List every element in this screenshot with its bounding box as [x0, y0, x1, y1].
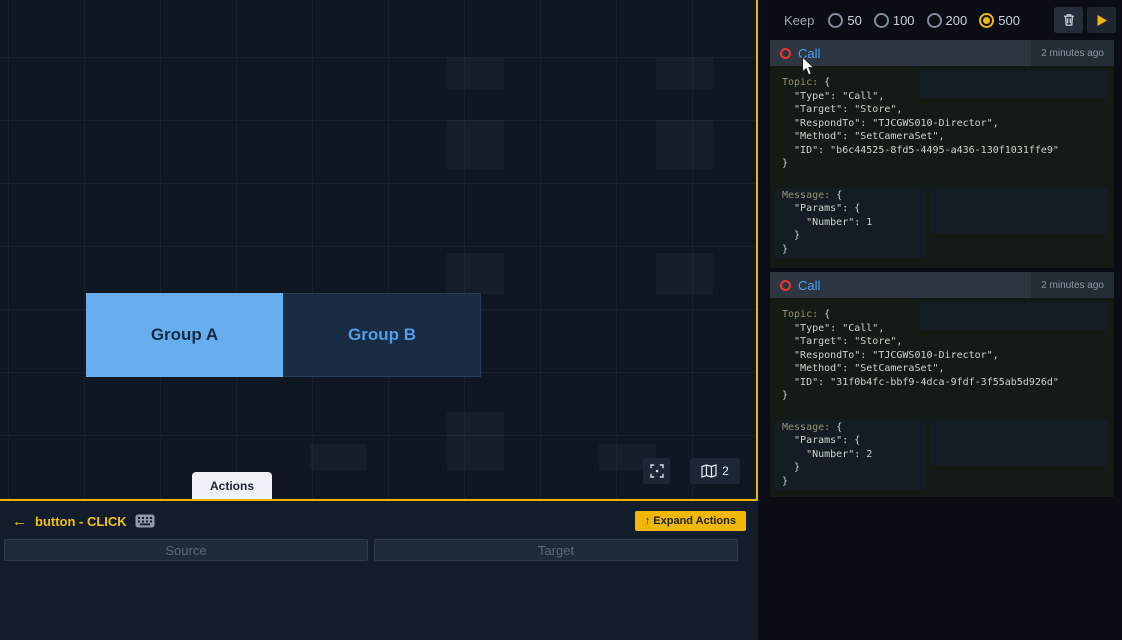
red-status-icon	[780, 48, 791, 59]
message-card-body: Topic: { "Type": "Call", "Target": "Stor…	[770, 66, 1114, 268]
topic-body: { "Type": "Call", "Target": "Store", "Re…	[782, 77, 1059, 169]
topic-json: Topic: { "Type": "Call", "Target": "Stor…	[782, 308, 1102, 403]
fit-view-button[interactable]	[643, 458, 670, 484]
trash-icon	[1062, 13, 1076, 27]
play-icon	[1094, 13, 1109, 28]
action-title: button - CLICK	[35, 514, 127, 529]
keep-option-200[interactable]: 200	[927, 13, 968, 28]
keep-bar: Keep 50 100 200 500	[760, 0, 1122, 40]
radio-icon	[927, 13, 942, 28]
topic-label: Topic:	[782, 309, 818, 320]
keep-option-500[interactable]: 500	[979, 13, 1020, 28]
grid-tile	[656, 57, 713, 90]
grid-tile	[310, 444, 367, 470]
red-status-icon	[780, 280, 791, 291]
keep-option-label: 50	[847, 13, 861, 28]
message-card-body: Topic: { "Type": "Call", "Target": "Stor…	[770, 298, 1114, 497]
action-editor-panel: ← button - CLICK ↑ Expand Actions	[0, 501, 758, 640]
radio-icon	[874, 13, 889, 28]
app: Group A Group B 2 Actions ← button - CLI…	[0, 0, 1122, 640]
grid-tile	[656, 120, 713, 170]
message-toolbar	[1054, 7, 1116, 33]
keep-label: Keep	[784, 13, 814, 28]
keyboard-icon	[135, 514, 155, 528]
actions-tab-label: Actions	[210, 479, 254, 493]
map-toggle-button[interactable]: 2	[690, 458, 740, 484]
message-card: Call 2 minutes ago Topic: { "Type": "Cal…	[770, 272, 1114, 497]
message-json: Message: { "Params": { "Number": 2 } }	[782, 421, 1102, 489]
grid-tile	[447, 120, 504, 170]
keep-option-100[interactable]: 100	[874, 13, 915, 28]
grid-tile	[656, 253, 713, 294]
timestamp: 2 minutes ago	[1031, 40, 1114, 66]
fit-view-icon	[650, 464, 664, 478]
topic-json: Topic: { "Type": "Call", "Target": "Stor…	[782, 76, 1102, 171]
card-title: Call	[798, 278, 820, 293]
message-json: Message: { "Params": { "Number": 1 } }	[782, 189, 1102, 257]
message-card: Call 2 minutes ago Topic: { "Type": "Cal…	[770, 40, 1114, 268]
topic-body: { "Type": "Call", "Target": "Store", "Re…	[782, 309, 1059, 401]
timestamp: 2 minutes ago	[1031, 272, 1114, 298]
action-editor-header: ← button - CLICK ↑ Expand Actions	[12, 509, 746, 533]
topic-label: Topic:	[782, 77, 818, 88]
grid-tile	[447, 57, 504, 90]
grid-tile	[447, 412, 504, 470]
message-card-header[interactable]: Call 2 minutes ago	[770, 40, 1114, 66]
stage-canvas[interactable]: Group A Group B 2 Actions	[0, 0, 758, 501]
keep-option-label: 200	[946, 13, 968, 28]
message-label: Message:	[782, 190, 830, 201]
group-b-button[interactable]: Group B	[283, 293, 481, 377]
mouse-cursor	[801, 56, 816, 78]
map-count: 2	[722, 464, 729, 478]
target-input[interactable]	[374, 539, 738, 561]
source-input[interactable]	[4, 539, 368, 561]
play-button[interactable]	[1087, 7, 1116, 33]
delete-messages-button[interactable]	[1054, 7, 1083, 33]
group-b-label: Group B	[348, 325, 416, 345]
tab-actions[interactable]: Actions	[192, 472, 272, 499]
keep-option-50[interactable]: 50	[828, 13, 861, 28]
message-label: Message:	[782, 422, 830, 433]
keep-option-label: 100	[893, 13, 915, 28]
radio-icon	[828, 13, 843, 28]
map-icon	[701, 464, 717, 478]
back-button[interactable]: ←	[12, 514, 27, 529]
expand-actions-button[interactable]: ↑ Expand Actions	[635, 511, 746, 531]
keep-option-label: 500	[998, 13, 1020, 28]
group-a-button[interactable]: Group A	[86, 293, 283, 377]
grid-tile	[447, 253, 504, 294]
message-card-header[interactable]: Call 2 minutes ago	[770, 272, 1114, 298]
message-panel: Keep 50 100 200 500	[760, 0, 1122, 640]
radio-icon	[979, 13, 994, 28]
group-a-label: Group A	[151, 325, 218, 345]
